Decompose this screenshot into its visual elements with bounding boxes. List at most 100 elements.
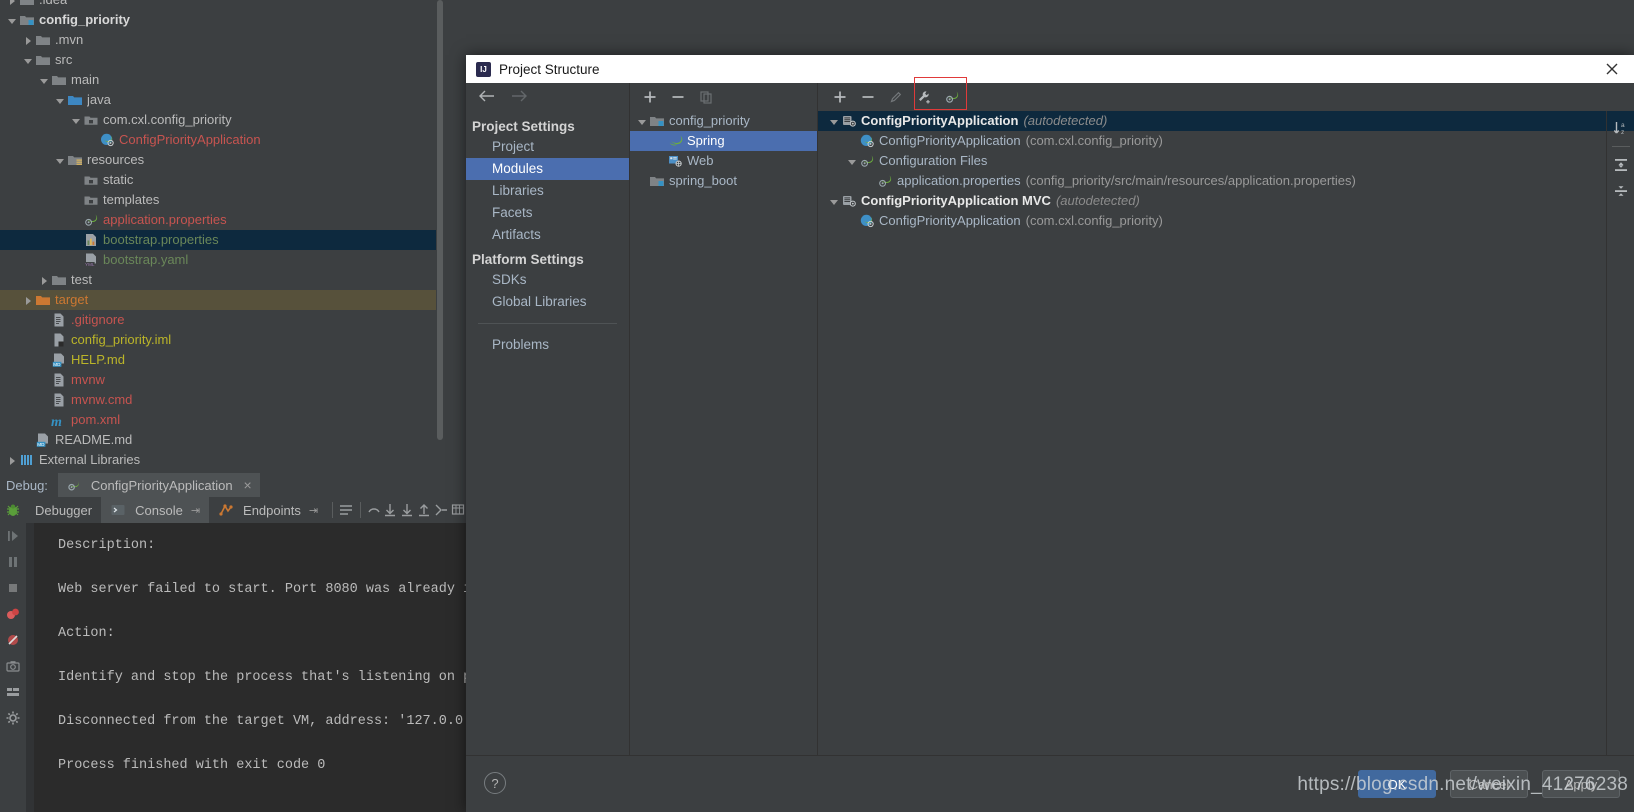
project-tree-item[interactable]: config_priority.iml [0, 330, 444, 350]
facet-tree-item[interactable]: ConfigPriorityApplication (com.cxl.config… [818, 211, 1634, 231]
export-icon[interactable] [399, 499, 416, 521]
chevron-down-icon[interactable] [38, 74, 51, 87]
bug-icon[interactable] [0, 497, 26, 523]
debug-tab-endpoints[interactable]: Endpoints ⇥ [209, 497, 327, 523]
project-tree-item[interactable]: test [0, 270, 444, 290]
modules-tree[interactable]: config_priority Spring Web spring_boot [630, 111, 817, 191]
project-settings-nav[interactable]: Project Settings Project Modules Libraries F… [466, 83, 630, 755]
camera-icon[interactable] [0, 653, 26, 679]
chevron-down-icon[interactable] [846, 155, 859, 168]
mute-breakpoints-icon[interactable] [0, 627, 26, 653]
chevron-down-icon[interactable] [54, 154, 67, 167]
cancel-button[interactable]: Cancel [1450, 770, 1528, 798]
chevron-down-icon[interactable] [70, 114, 83, 127]
pin-tab-icon[interactable]: ⇥ [309, 504, 318, 517]
nav-item-project[interactable]: Project [466, 136, 629, 158]
project-tree-item[interactable]: MD README.md [0, 430, 444, 450]
debug-tab-debugger[interactable]: Debugger [26, 497, 101, 523]
project-structure-dialog[interactable]: Project Structure Project SettingsProjec… [466, 55, 1634, 812]
nav-history-buttons[interactable] [466, 83, 629, 113]
project-tree-item[interactable]: bootstrap.properties [0, 230, 444, 250]
chevron-down-icon[interactable] [828, 115, 841, 128]
dialog-action-buttons[interactable]: OK Cancel Apply [1358, 770, 1620, 798]
project-tree-item[interactable]: External Libraries [0, 450, 444, 470]
sort-alphabetically-icon[interactable]: az [1609, 117, 1633, 139]
nav-list[interactable]: Project Settings Project Modules Libraries F… [466, 113, 629, 356]
close-icon[interactable] [1602, 59, 1622, 79]
project-tree-item[interactable]: static [0, 170, 444, 190]
modules-tree-item[interactable]: spring_boot [630, 171, 817, 191]
project-tree-item[interactable]: ConfigPriorityApplication [0, 130, 444, 150]
modules-toolbar[interactable] [630, 83, 817, 111]
arrow-right-icon[interactable] [510, 89, 528, 108]
nav-item-global-libraries[interactable]: Global Libraries [466, 291, 629, 313]
modules-tree-item[interactable]: config_priority [630, 111, 817, 131]
spring-config-icon[interactable] [940, 86, 964, 108]
project-tree-item[interactable]: .mvn [0, 30, 444, 50]
project-tree-item[interactable]: src [0, 50, 444, 70]
facet-tree-item[interactable]: ConfigPriorityApplication (com.cxl.config… [818, 131, 1634, 151]
project-tree-item[interactable]: mvnw [0, 370, 444, 390]
nav-item-modules[interactable]: Modules [466, 158, 629, 180]
scrollbar-thumb[interactable] [437, 0, 443, 440]
project-tree-scrollbar[interactable] [436, 0, 444, 473]
project-tree-item[interactable]: m pom.xml [0, 410, 444, 430]
project-tree-item[interactable]: com.cxl.config_priority [0, 110, 444, 130]
project-tree-item[interactable]: mvnw.cmd [0, 390, 444, 410]
import-icon[interactable] [416, 499, 433, 521]
chevron-down-icon[interactable] [636, 115, 649, 128]
chevron-down-icon[interactable] [828, 195, 841, 208]
modules-panel[interactable]: config_priority Spring Web spring_boot [630, 83, 818, 755]
project-tree-item[interactable]: resources [0, 150, 444, 170]
help-icon[interactable]: ? [484, 772, 506, 794]
project-tree-item[interactable]: main [0, 70, 444, 90]
modules-tree-item[interactable]: Spring [630, 131, 817, 151]
stop-icon[interactable] [0, 575, 26, 601]
nav-item-facets[interactable]: Facets [466, 202, 629, 224]
modules-tree-item[interactable]: Web [630, 151, 817, 171]
add-icon[interactable] [828, 86, 852, 108]
console-output[interactable]: Description: Web server failed to start. … [34, 523, 466, 812]
print-icon[interactable] [449, 499, 466, 521]
nav-item-sdks[interactable]: SDKs [466, 269, 629, 291]
facet-tree-item[interactable]: ConfigPriorityApplication (autodetected) [818, 111, 1634, 131]
scroll-down-icon[interactable] [382, 499, 399, 521]
nav-item-problems[interactable]: Problems [466, 334, 629, 356]
chevron-right-icon[interactable] [6, 454, 19, 467]
resume-program-icon[interactable] [0, 523, 26, 549]
ok-button[interactable]: OK [1358, 770, 1436, 798]
expand-all-icon[interactable] [1609, 154, 1633, 176]
collapse-all-icon[interactable] [1609, 180, 1633, 202]
project-tree-item[interactable]: java [0, 90, 444, 110]
facet-tree-item[interactable]: Configuration Files [818, 151, 1634, 171]
add-icon[interactable] [638, 86, 662, 108]
facet-side-toolbar[interactable]: az [1606, 111, 1634, 755]
chevron-right-icon[interactable] [38, 274, 51, 287]
project-tree-item[interactable]: target [0, 290, 444, 310]
apply-button[interactable]: Apply [1542, 770, 1620, 798]
project-tree-item[interactable]: .idea [0, 0, 444, 10]
chevron-down-icon[interactable] [6, 14, 19, 27]
pin-tab-icon[interactable]: ⇥ [191, 504, 200, 517]
chevron-right-icon[interactable] [22, 294, 35, 307]
settings-icon[interactable] [0, 705, 26, 731]
project-tree-item[interactable]: YML bootstrap.yaml [0, 250, 444, 270]
layout-icon[interactable] [0, 679, 26, 705]
close-icon[interactable]: × [244, 477, 252, 493]
project-tree-item[interactable]: .gitignore [0, 310, 444, 330]
nav-item-artifacts[interactable]: Artifacts [466, 224, 629, 246]
facet-tree[interactable]: ConfigPriorityApplication (autodetected) C… [818, 111, 1634, 231]
project-tool-window[interactable]: .idea config_priority .mvn src main java com.c… [0, 0, 444, 473]
facet-tree-item[interactable]: ConfigPriorityApplication MVC (autodetect… [818, 191, 1634, 211]
debug-sidebar-toolbar[interactable] [0, 497, 26, 812]
scroll-up-icon[interactable] [365, 499, 382, 521]
clear-icon[interactable] [432, 499, 449, 521]
project-tree-item[interactable]: MD HELP.md [0, 350, 444, 370]
facet-tree-item[interactable]: application.properties (config_priority/s… [818, 171, 1634, 191]
debug-tab-bar[interactable]: Debugger Console ⇥ Endpoints ⇥ [26, 497, 466, 523]
debug-tool-window[interactable]: Debug: ConfigPriorityApplication × Debug… [0, 473, 466, 812]
chevron-down-icon[interactable] [54, 94, 67, 107]
pause-program-icon[interactable] [0, 549, 26, 575]
chevron-down-icon[interactable] [22, 54, 35, 67]
chevron-right-icon[interactable] [6, 0, 19, 7]
